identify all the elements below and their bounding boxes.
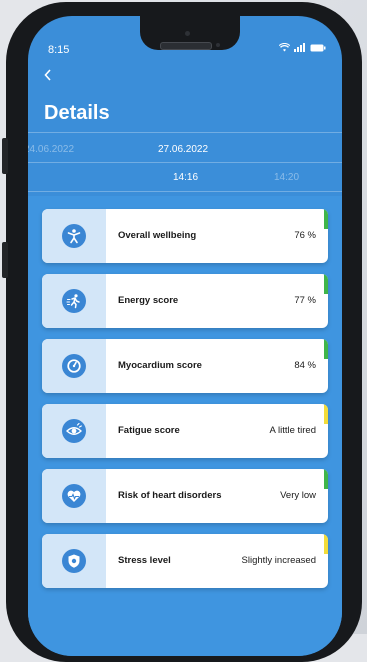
- date-option[interactable]: 24.06.2022: [28, 144, 74, 155]
- status-indicator-green: [324, 274, 328, 294]
- back-button[interactable]: [44, 68, 52, 86]
- metric-card-myocardium-score[interactable]: Myocardium score 84 %: [42, 339, 328, 393]
- status-indicator-yellow: [324, 534, 328, 554]
- time-option-selected[interactable]: 14:16: [173, 172, 198, 183]
- metric-card-fatigue-score[interactable]: Fatigue score A little tired: [42, 404, 328, 458]
- volume-up-button: [2, 138, 8, 174]
- status-indicator-green: [324, 339, 328, 359]
- heart-risk-icon: [62, 484, 86, 508]
- status-indicator-green: [324, 209, 328, 229]
- metric-label: Fatigue score: [118, 425, 180, 436]
- metric-value: 76 %: [294, 230, 316, 241]
- metric-value: Slightly increased: [241, 555, 316, 566]
- metric-label: Risk of heart disorders: [118, 490, 222, 501]
- status-icons: [279, 43, 326, 52]
- sensor: [216, 43, 220, 47]
- battery-icon: [310, 44, 326, 51]
- chevron-left-icon: [44, 69, 51, 81]
- status-indicator-yellow: [324, 404, 328, 424]
- divider: [28, 162, 342, 163]
- metric-label: Myocardium score: [118, 360, 202, 371]
- time-option[interactable]: 14:20: [274, 172, 299, 183]
- metric-value: A little tired: [269, 425, 316, 436]
- speaker-grille: [160, 42, 212, 50]
- status-time: 8:15: [48, 44, 70, 56]
- stress-shield-icon: [62, 549, 86, 573]
- divider: [28, 132, 342, 133]
- myocardium-gauge-icon: [62, 354, 86, 378]
- metric-label: Overall wellbeing: [118, 230, 197, 241]
- fatigue-eye-icon: [62, 419, 86, 443]
- metric-card-risk-of-heart-disorders[interactable]: Risk of heart disorders Very low: [42, 469, 328, 523]
- energy-running-icon: [62, 289, 86, 313]
- metric-card-stress-level[interactable]: Stress level Slightly increased: [42, 534, 328, 588]
- date-option-selected[interactable]: 27.06.2022: [158, 144, 208, 155]
- volume-down-button: [2, 242, 8, 278]
- metric-card-overall-wellbeing[interactable]: Overall wellbeing 76 %: [42, 209, 328, 263]
- divider: [28, 191, 342, 192]
- metric-card-energy-score[interactable]: Energy score 77 %: [42, 274, 328, 328]
- metric-value: Very low: [280, 490, 316, 501]
- app-screen: 8:15 Details 24.06.2022 27.06.2022 14:16…: [28, 16, 342, 656]
- page-title: Details: [44, 102, 110, 124]
- metric-label: Stress level: [118, 555, 171, 566]
- wifi-icon: [279, 43, 290, 52]
- wellbeing-person-icon: [62, 224, 86, 248]
- signal-icon: [294, 43, 305, 52]
- metric-label: Energy score: [118, 295, 179, 306]
- front-camera: [185, 31, 190, 36]
- metric-value: 77 %: [294, 295, 316, 306]
- status-indicator-green: [324, 469, 328, 489]
- metric-value: 84 %: [294, 360, 316, 371]
